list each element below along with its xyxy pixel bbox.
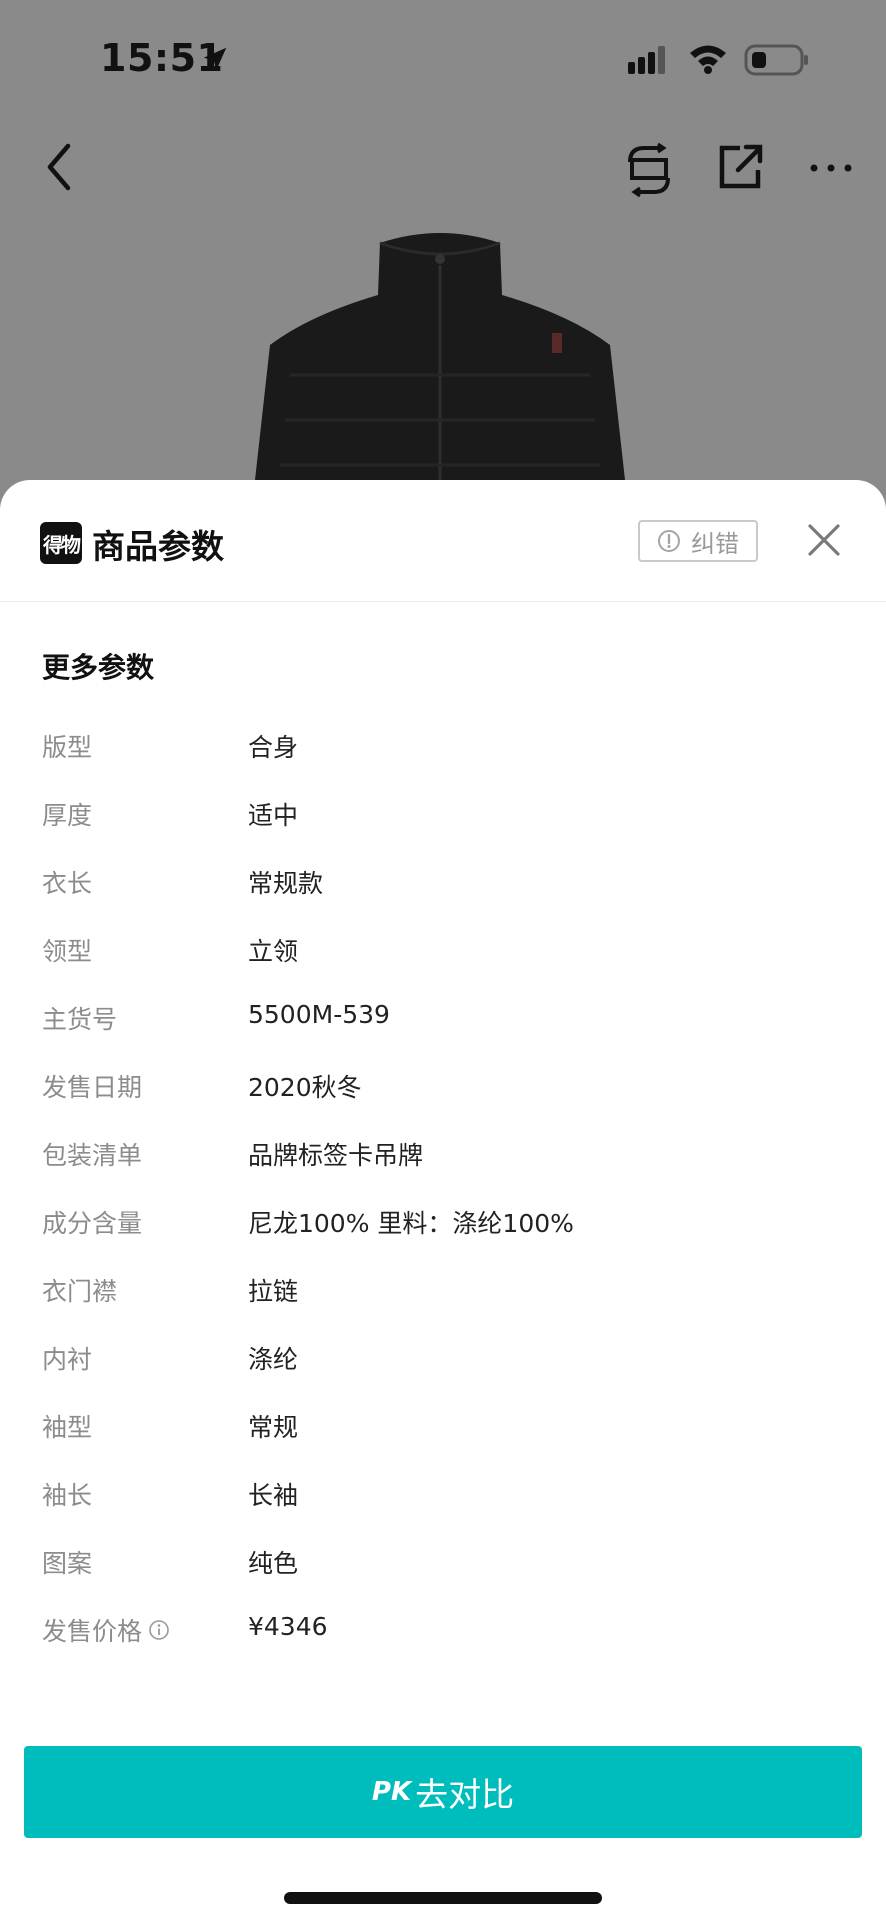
correct-error-label: 纠错	[691, 529, 739, 558]
param-label-price: 发售价格	[42, 1612, 170, 1648]
param-value: 长袖	[248, 1481, 299, 1510]
param-label-text: 发售价格	[42, 1617, 143, 1646]
wifi-icon	[690, 45, 726, 74]
param-label: 包装清单	[42, 1141, 143, 1170]
param-value: 尼龙100% 里料：涤纶100%	[248, 1209, 574, 1238]
param-label: 衣长	[42, 869, 93, 898]
param-row: 发售价格 ¥4346	[0, 1600, 886, 1668]
product-jacket-image	[250, 233, 630, 520]
back-icon[interactable]	[40, 140, 80, 194]
param-value: 2020秋冬	[248, 1073, 362, 1102]
param-label: 袖型	[42, 1413, 93, 1442]
param-row: 主货号 5500M-539	[0, 988, 886, 1056]
sheet-title: 商品参数	[92, 527, 224, 566]
param-label: 图案	[42, 1549, 93, 1578]
sheet-header: 得物 商品参数 纠错	[0, 480, 886, 602]
close-icon[interactable]	[806, 522, 842, 558]
param-value: 立领	[248, 937, 299, 966]
share-icon[interactable]	[718, 142, 764, 192]
param-row: 袖长 长袖	[0, 1464, 886, 1532]
more-icon[interactable]	[808, 150, 854, 186]
correct-error-button[interactable]: 纠错	[638, 520, 758, 562]
battery-icon	[744, 44, 808, 76]
param-label: 成分含量	[42, 1209, 143, 1238]
pk-tag: PK	[371, 1777, 412, 1807]
pk-compare-button[interactable]: PK 去对比	[24, 1746, 862, 1838]
param-row: 图案 纯色	[0, 1532, 886, 1600]
location-arrow-icon	[203, 47, 227, 71]
param-row: 发售日期 2020秋冬	[0, 1056, 886, 1124]
param-value: 拉链	[248, 1277, 299, 1306]
brand-logo: 得物	[40, 522, 82, 564]
dimmed-product-page[interactable]: 15:51	[0, 0, 886, 520]
param-row: 内衬 涤纶	[0, 1328, 886, 1396]
params-list: 版型 合身 厚度 适中 衣长 常规款 领型 立领 主货号 5500M-539 发…	[0, 716, 886, 1668]
sell-icon[interactable]	[624, 142, 674, 198]
param-row: 袖型 常规	[0, 1396, 886, 1464]
alert-circle-icon	[658, 530, 680, 552]
param-value: 品牌标签卡吊牌	[248, 1141, 424, 1170]
info-icon[interactable]	[148, 1619, 170, 1641]
param-row: 成分含量 尼龙100% 里料：涤纶100%	[0, 1192, 886, 1260]
param-label: 领型	[42, 937, 93, 966]
param-label: 衣门襟	[42, 1277, 118, 1306]
pk-label: 去对比	[415, 1775, 515, 1814]
param-label: 内衬	[42, 1345, 93, 1374]
param-value: 纯色	[248, 1549, 299, 1578]
param-value: 适中	[248, 801, 299, 830]
param-label: 发售日期	[42, 1073, 143, 1102]
param-value: 合身	[248, 733, 299, 762]
product-params-sheet: 得物 商品参数 纠错 更多参数 版型 合身 厚度 适中 衣长 常规款 领型 立领…	[0, 480, 886, 1920]
param-value: 涤纶	[248, 1345, 299, 1374]
param-row: 版型 合身	[0, 716, 886, 784]
param-row: 包装清单 品牌标签卡吊牌	[0, 1124, 886, 1192]
home-indicator	[284, 1892, 602, 1904]
param-row: 厚度 适中	[0, 784, 886, 852]
param-value: ¥4346	[248, 1612, 328, 1641]
param-label: 厚度	[42, 801, 93, 830]
product-nav-bar	[0, 130, 886, 210]
param-label: 袖长	[42, 1481, 93, 1510]
param-label: 版型	[42, 733, 93, 762]
signal-icon	[628, 46, 665, 74]
param-row: 衣长 常规款	[0, 852, 886, 920]
param-row: 领型 立领	[0, 920, 886, 988]
status-bar: 15:51	[0, 0, 886, 120]
param-value: 常规	[248, 1413, 299, 1442]
param-row: 衣门襟 拉链	[0, 1260, 886, 1328]
section-title: 更多参数	[42, 651, 155, 684]
param-value: 常规款	[248, 869, 324, 898]
param-value: 5500M-539	[248, 1000, 390, 1029]
param-label: 主货号	[42, 1005, 118, 1034]
